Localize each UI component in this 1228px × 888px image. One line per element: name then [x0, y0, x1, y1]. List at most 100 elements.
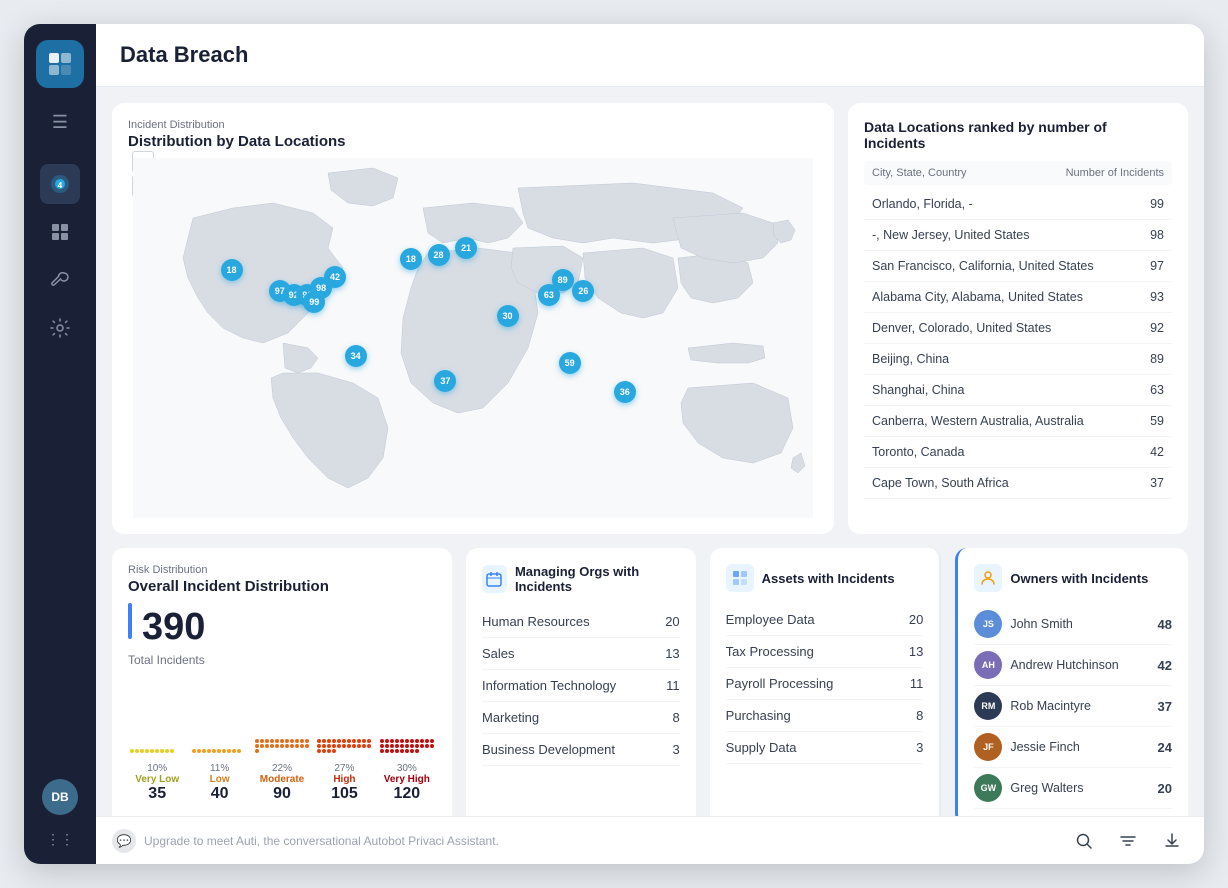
location-count: 63: [1150, 383, 1164, 397]
owner-name: Jessie Finch: [1010, 740, 1149, 754]
sidebar-item-tools[interactable]: [40, 260, 80, 300]
risk-pct: 10%: [128, 763, 186, 774]
owner-count: 24: [1158, 740, 1172, 755]
risk-title: Overall Incident Distribution: [128, 578, 436, 595]
location-count: 89: [1150, 352, 1164, 366]
owner-avatar: AH: [974, 651, 1002, 679]
risk-card: Risk Distribution Overall Incident Distr…: [112, 548, 452, 816]
locations-table-header: City, State, Country Number of Incidents: [864, 161, 1172, 185]
owners-header: Owners with Incidents: [974, 564, 1172, 592]
org-count: 13: [665, 646, 679, 661]
owner-name: Andrew Hutchinson: [1010, 658, 1149, 672]
location-row: Orlando, Florida, -99: [864, 189, 1172, 220]
risk-count: 40: [190, 785, 248, 803]
location-name: Beijing, China: [872, 352, 949, 366]
risk-name: Very Low: [128, 774, 186, 785]
location-row: -, New Jersey, United States98: [864, 220, 1172, 251]
orgs-card: Managing Orgs with Incidents Human Resou…: [466, 548, 696, 816]
risk-count: 35: [128, 785, 186, 803]
asset-count: 8: [916, 708, 923, 723]
location-row: Shanghai, China63: [864, 375, 1172, 406]
org-count: 11: [666, 678, 680, 693]
chat-icon: 💬: [112, 829, 136, 853]
owner-row: JF Jessie Finch 24: [974, 727, 1172, 768]
locations-table-body: Orlando, Florida, -99-, New Jersey, Unit…: [864, 189, 1172, 499]
risk-pct: 11%: [190, 763, 248, 774]
total-number: 390: [142, 606, 205, 649]
orgs-icon: [482, 565, 507, 593]
risk-subtitle: Risk Distribution: [128, 564, 436, 576]
export-icon: [1163, 832, 1181, 850]
owner-avatar: RM: [974, 692, 1002, 720]
bottom-row: Risk Distribution Overall Incident Distr…: [112, 548, 1188, 816]
assets-header: Assets with Incidents: [726, 564, 924, 592]
svg-text:4: 4: [58, 181, 63, 190]
sidebar: ☰ 4 DB: [24, 24, 96, 864]
location-row: Canberra, Western Australia, Australia59: [864, 406, 1172, 437]
asset-name: Tax Processing: [726, 644, 814, 659]
asset-row: Employee Data20: [726, 604, 924, 636]
incidents-col-header: Number of Incidents: [1066, 167, 1164, 179]
sidebar-item-dashboard[interactable]: [40, 212, 80, 252]
sidebar-item-settings[interactable]: [40, 308, 80, 348]
owner-count: 20: [1158, 781, 1172, 796]
risk-label-item: 27% High 105: [315, 763, 373, 803]
orgs-list: Human Resources20 Sales 13 Information Tech…: [482, 606, 680, 766]
owner-avatar: JS: [974, 610, 1002, 638]
owner-row: GW Greg Walters 20: [974, 768, 1172, 809]
assets-title: Assets with Incidents: [762, 571, 895, 586]
asset-name: Purchasing: [726, 708, 791, 723]
risk-name: Low: [190, 774, 248, 785]
map-card: Incident Distribution Distribution by Da…: [112, 103, 834, 534]
risk-label-item: 10% Very Low 35: [128, 763, 186, 803]
owner-avatar: GW: [974, 774, 1002, 802]
org-count: 20: [665, 614, 679, 629]
location-count: 99: [1150, 197, 1164, 211]
map-pin: 99: [303, 291, 325, 313]
map-pin: 18: [400, 248, 422, 270]
org-name: Sales: [482, 646, 515, 661]
filter-icon: [1119, 832, 1137, 850]
org-row: Human Resources20: [482, 606, 680, 638]
content-area: Incident Distribution Distribution by Da…: [96, 87, 1204, 816]
risk-label-item: 11% Low 40: [190, 763, 248, 803]
org-name: Business Development: [482, 742, 615, 757]
location-name: -, New Jersey, United States: [872, 228, 1029, 242]
page-header: Data Breach: [96, 24, 1204, 87]
location-col-header: City, State, Country: [872, 167, 967, 179]
owner-avatar: JF: [974, 733, 1002, 761]
export-button[interactable]: [1156, 825, 1188, 857]
more-options[interactable]: ⋮⋮: [46, 831, 74, 848]
location-row: Beijing, China 89: [864, 344, 1172, 375]
dot-chart: [128, 675, 436, 755]
location-count: 97: [1150, 259, 1164, 273]
location-row: Denver, Colorado, United States92: [864, 313, 1172, 344]
grid-icon: [732, 570, 748, 586]
locations-title: Data Locations ranked by number of Incid…: [864, 119, 1172, 151]
wrench-icon: [50, 270, 70, 290]
asset-row: Supply Data3: [726, 732, 924, 764]
owner-name: Greg Walters: [1010, 781, 1149, 795]
owner-row: JS John Smith 48: [974, 604, 1172, 645]
org-row: Information Technology11: [482, 670, 680, 702]
hamburger-menu[interactable]: ☰: [40, 104, 80, 140]
location-name: Denver, Colorado, United States: [872, 321, 1051, 335]
assets-list: Employee Data20Tax Processing13Payroll P…: [726, 604, 924, 764]
asset-count: 11: [910, 676, 924, 691]
risk-pct: 27%: [315, 763, 373, 774]
filter-button[interactable]: [1112, 825, 1144, 857]
user-avatar[interactable]: DB: [42, 779, 78, 815]
risk-dot-column: [378, 675, 436, 755]
location-name: Cape Town, South Africa: [872, 476, 1009, 490]
search-button[interactable]: [1068, 825, 1100, 857]
risk-count: 120: [378, 785, 436, 803]
sidebar-item-security[interactable]: 4: [40, 164, 80, 204]
map-pin: 59: [559, 352, 581, 374]
map-pin: 28: [428, 244, 450, 266]
map-subtitle: Incident Distribution: [128, 119, 818, 131]
risk-label-item: 30% Very High 120: [378, 763, 436, 803]
world-map: 184297929398992818213437308926635936: [128, 158, 818, 518]
assets-card: Assets with Incidents Employee Data20 Tax…: [710, 548, 942, 816]
logo-icon: [46, 50, 74, 78]
location-count: 37: [1150, 476, 1164, 490]
